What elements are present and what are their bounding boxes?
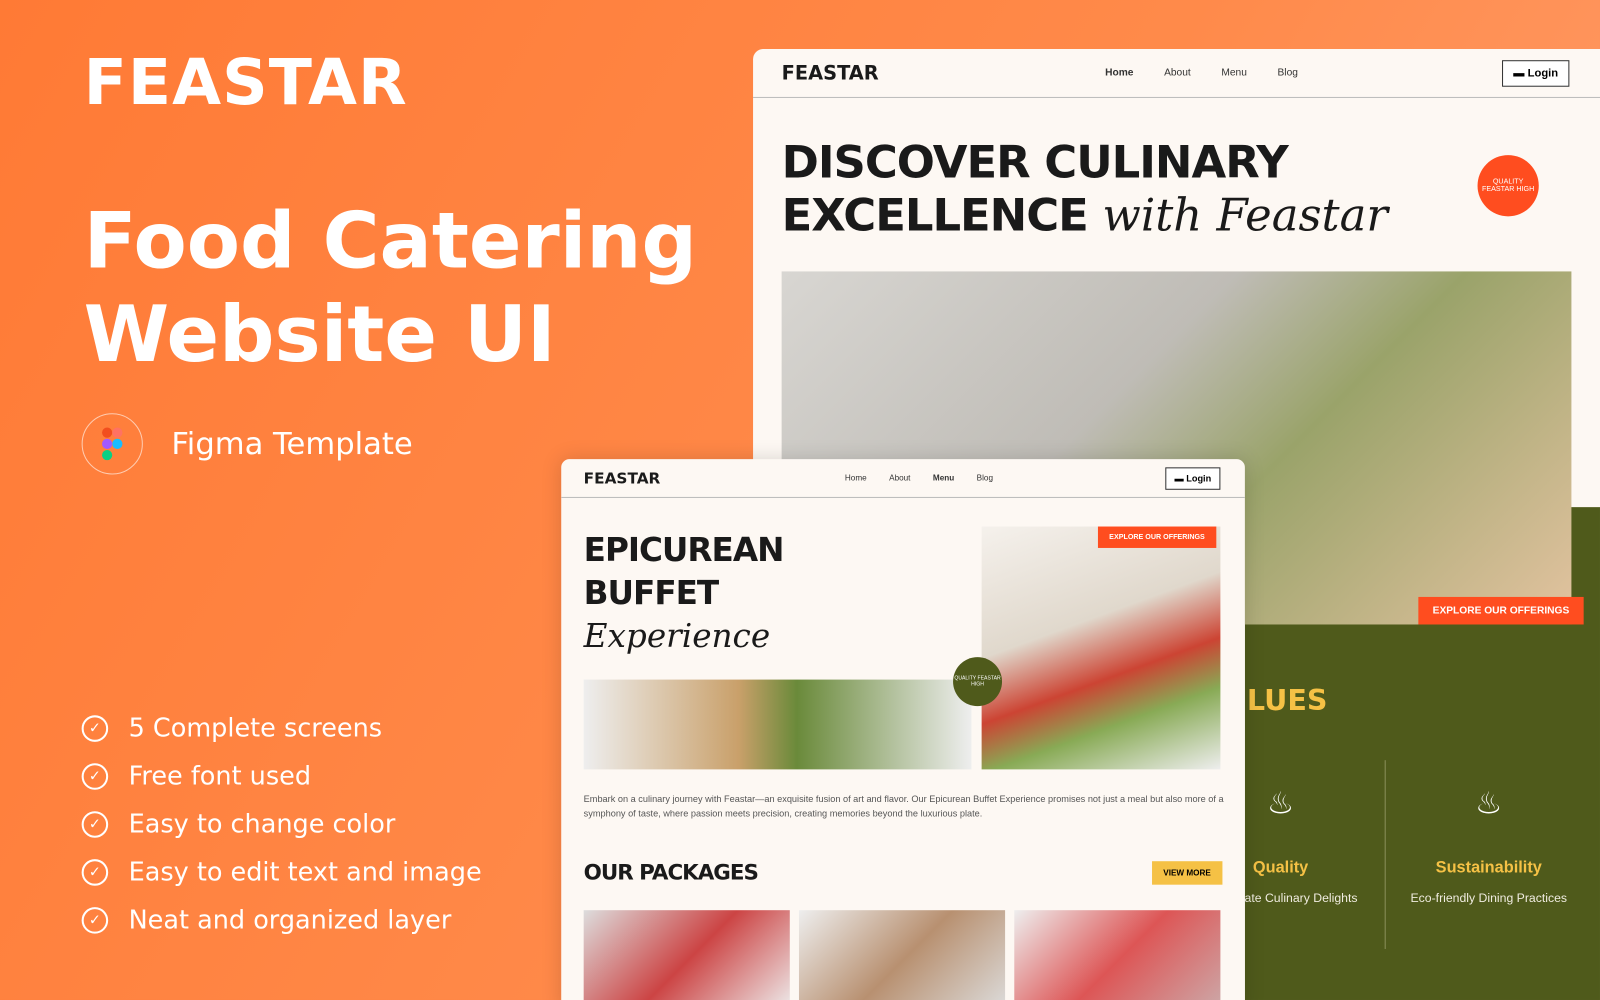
feature-label: Easy to change color xyxy=(128,809,396,839)
headline-line: BUFFET xyxy=(583,573,719,613)
login-button[interactable]: ▬ Login xyxy=(1165,466,1221,490)
login-label: Login xyxy=(1527,66,1559,80)
headline-line: DISCOVER CULINARY xyxy=(781,136,1289,189)
feature-item: ✓ Neat and organized layer xyxy=(81,896,482,944)
check-icon: ✓ xyxy=(81,762,109,790)
view-more-button[interactable]: VIEW MORE xyxy=(1152,861,1223,885)
nav-home[interactable]: Home xyxy=(845,473,867,482)
badge-text: QUALITY FEASTAR HIGH xyxy=(1482,178,1535,193)
values-title: LUES xyxy=(1246,683,1328,718)
packages-title: OUR PACKAGES xyxy=(583,860,759,885)
feature-item: ✓ Easy to change color xyxy=(81,800,482,848)
nav-blog[interactable]: Blog xyxy=(977,473,993,482)
login-label: Login xyxy=(1186,472,1212,484)
title-line: Food Catering xyxy=(83,194,698,286)
site-logo: FEASTAR xyxy=(583,468,661,488)
explore-button[interactable]: EXPLORE OUR OFFERINGS xyxy=(1418,596,1584,625)
nav-menu[interactable]: Menu xyxy=(1221,67,1247,78)
check-icon: ✓ xyxy=(81,810,109,838)
nav-links: Home About Menu Blog xyxy=(845,473,993,482)
navbar: FEASTAR Home About Menu Blog ▬ Login xyxy=(561,459,1245,498)
package-image[interactable] xyxy=(1014,910,1221,1000)
nav-about[interactable]: About xyxy=(889,473,910,482)
check-icon: ✓ xyxy=(81,906,109,934)
figma-label: Figma Template xyxy=(171,426,413,463)
bowl-icon: ♨ xyxy=(1475,786,1503,821)
explore-button[interactable]: EXPLORE OUR OFFERINGS xyxy=(1097,526,1217,548)
promo-title: Food Catering Website UI xyxy=(84,194,697,382)
nav-blog[interactable]: Blog xyxy=(1277,67,1297,78)
divider xyxy=(1384,760,1386,949)
menu-page-mockup: FEASTAR Home About Menu Blog ▬ Login EPI… xyxy=(561,459,1245,1000)
feature-item: ✓ Free font used xyxy=(81,752,482,800)
intro-text: Embark on a culinary journey with Feasta… xyxy=(583,793,1224,819)
hero-headline: EPICUREAN BUFFET Experience xyxy=(583,529,785,658)
nav-about[interactable]: About xyxy=(1164,67,1191,78)
feature-label: Free font used xyxy=(128,761,312,791)
feature-item: ✓ Easy to edit text and image xyxy=(81,848,482,896)
value-title: Sustainability xyxy=(1435,859,1542,877)
figma-icon xyxy=(81,413,143,475)
value-desc: Eco-friendly Dining Practices xyxy=(1410,890,1568,906)
nav-links: Home About Menu Blog xyxy=(1105,67,1298,78)
check-icon: ✓ xyxy=(81,858,109,886)
navbar: FEASTAR Home About Menu Blog ▬ Login xyxy=(753,49,1600,98)
headline-line: EXCELLENCE xyxy=(781,189,1089,242)
headline-script: with Feastar xyxy=(1102,189,1388,242)
brand-logo: FEASTAR xyxy=(83,44,408,120)
feature-list: ✓ 5 Complete screens ✓ Free font used ✓ Eas… xyxy=(81,704,482,944)
feature-item: ✓ 5 Complete screens xyxy=(81,704,482,752)
promo-canvas: FEASTAR Food Catering Website UI Figma T… xyxy=(0,0,1600,1000)
quality-badge: QUALITY FEASTAR HIGH xyxy=(953,657,1003,707)
headline-line: EPICUREAN xyxy=(583,530,785,570)
feature-label: Neat and organized layer xyxy=(128,905,452,935)
buffet-image xyxy=(981,526,1221,770)
nav-menu[interactable]: Menu xyxy=(933,473,954,482)
nav-home[interactable]: Home xyxy=(1105,67,1133,78)
hero-headline: DISCOVER CULINARY EXCELLENCE with Feasta… xyxy=(782,137,1388,243)
feature-label: 5 Complete screens xyxy=(128,713,383,743)
login-button[interactable]: ▬ Login xyxy=(1502,59,1570,87)
feature-label: Easy to edit text and image xyxy=(128,857,482,887)
title-line: Website UI xyxy=(83,288,556,380)
salad-image xyxy=(583,679,972,770)
package-image[interactable] xyxy=(798,910,1006,1000)
check-icon: ✓ xyxy=(81,714,109,742)
badge-text: QUALITY FEASTAR HIGH xyxy=(954,675,1001,688)
quality-badge: QUALITY FEASTAR HIGH xyxy=(1477,155,1539,217)
package-image[interactable] xyxy=(583,910,790,1000)
headline-script: Experience xyxy=(583,616,771,656)
site-logo: FEASTAR xyxy=(781,61,879,85)
